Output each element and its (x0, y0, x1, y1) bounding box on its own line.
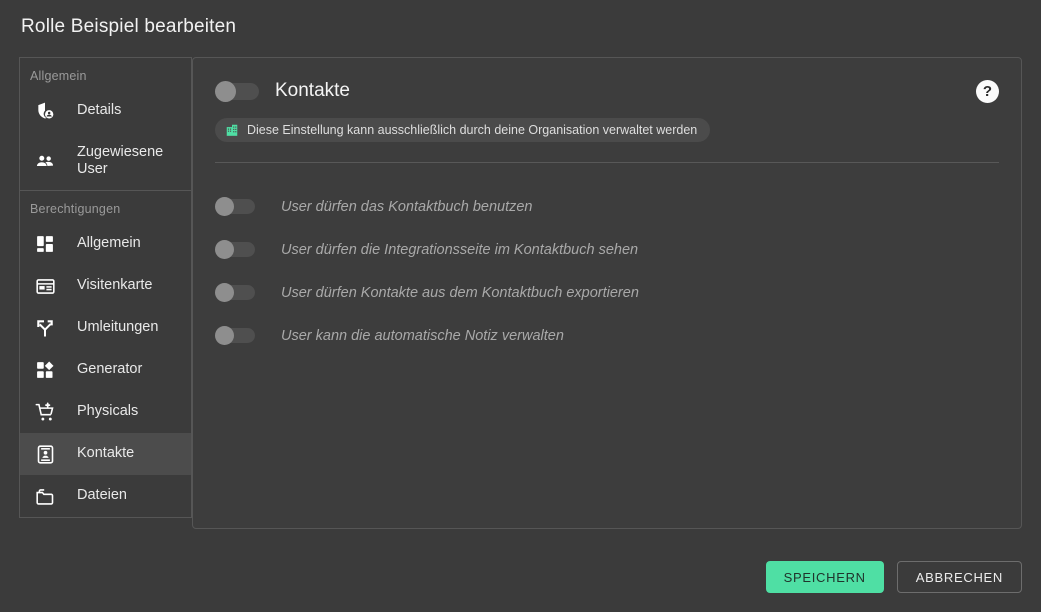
sidebar-item-details[interactable]: Details (20, 90, 191, 132)
sidebar-item-label: Kontakte (77, 445, 135, 462)
sidebar-heading-berechtigungen: Berechtigungen (30, 202, 121, 216)
cancel-button[interactable]: ABBRECHEN (896, 561, 1022, 593)
id-card-icon (30, 276, 60, 297)
folder-icon (30, 486, 60, 507)
kontakte-master-toggle[interactable] (215, 80, 259, 102)
content-divider (215, 162, 999, 163)
sidebar-item-label: Allgemein (77, 235, 141, 252)
permission-list: User dürfen das Kontaktbuch benutzen Use… (215, 185, 999, 357)
page-title: Rolle Beispiel bearbeiten (21, 16, 237, 37)
toggle-knob (215, 283, 234, 302)
sidebar-group-allgemein: Allgemein Details Zugewiesene User (19, 57, 192, 190)
toggle-knob (215, 197, 234, 216)
sidebar-group-berechtigungen: Berechtigungen Allgemein Visitenkarte Um… (19, 190, 192, 518)
sidebar-item-label: Physicals (77, 403, 139, 420)
permission-label: User kann die automatische Notiz verwalt… (281, 327, 564, 344)
sidebar-heading-allgemein: Allgemein (30, 69, 87, 83)
sidebar-item-zugewiesene-user[interactable]: Zugewiesene User (20, 132, 191, 190)
permission-toggle-kontaktbuch-benutzen[interactable] (215, 197, 255, 216)
shapes-grid-icon (30, 360, 60, 380)
sidebar-item-label: Zugewiesene User (77, 143, 164, 177)
permission-toggle-integrationsseite-sehen[interactable] (215, 240, 255, 259)
sidebar-item-physicals[interactable]: Physicals (20, 391, 191, 433)
shield-user-icon (30, 101, 60, 121)
dialog-footer: SPEICHERN ABBRECHEN (765, 561, 1022, 593)
permission-row: User dürfen die Integrationsseite im Kon… (215, 228, 999, 271)
sidebar-item-label: Visitenkarte (77, 277, 153, 294)
permission-label: User dürfen die Integrationsseite im Kon… (281, 241, 639, 258)
contact-card-icon (30, 444, 60, 465)
content-panel: ? Kontakte Diese Einstellung kann aussch… (192, 57, 1022, 529)
permission-label: User dürfen Kontakte aus dem Kontaktbuch… (281, 284, 639, 301)
sidebar-item-visitenkarte[interactable]: Visitenkarte (20, 265, 191, 307)
sidebar-item-generator[interactable]: Generator (20, 349, 191, 391)
sidebar-item-label: Generator (77, 361, 143, 378)
people-icon (30, 150, 60, 172)
toggle-knob (215, 326, 234, 345)
permission-row: User dürfen Kontakte aus dem Kontaktbuch… (215, 271, 999, 314)
permission-row: User dürfen das Kontaktbuch benutzen (215, 185, 999, 228)
dashboard-grid-icon (30, 234, 60, 254)
permission-row: User kann die automatische Notiz verwalt… (215, 314, 999, 357)
toggle-knob (215, 240, 234, 259)
sidebar: Allgemein Details Zugewiesene User Berec… (19, 57, 192, 529)
sidebar-item-label: Dateien (77, 487, 127, 504)
content-header: Kontakte (215, 80, 999, 102)
role-edit-dialog: Rolle Beispiel bearbeiten Allgemein Deta… (0, 0, 1041, 612)
permission-label: User dürfen das Kontaktbuch benutzen (281, 198, 533, 215)
permission-toggle-kontakte-exportieren[interactable] (215, 283, 255, 302)
permission-toggle-automatische-notiz[interactable] (215, 326, 255, 345)
content-title: Kontakte (275, 80, 350, 101)
organization-managed-banner: Diese Einstellung kann ausschließlich du… (215, 118, 711, 142)
dialog-body: Allgemein Details Zugewiesene User Berec… (19, 57, 1022, 529)
sidebar-item-label: Umleitungen (77, 319, 159, 336)
sidebar-item-allgemein[interactable]: Allgemein (20, 223, 191, 265)
branch-arrow-icon (30, 318, 60, 338)
sidebar-item-kontakte[interactable]: Kontakte (20, 433, 191, 475)
save-button[interactable]: SPEICHERN (765, 561, 884, 593)
organization-banner-text: Diese Einstellung kann ausschließlich du… (247, 123, 698, 137)
organization-building-icon (225, 123, 239, 137)
cart-plus-icon (30, 401, 60, 423)
question-mark-icon[interactable]: ? (976, 80, 999, 103)
toggle-knob (215, 80, 236, 102)
sidebar-item-umleitungen[interactable]: Umleitungen (20, 307, 191, 349)
sidebar-item-dateien[interactable]: Dateien (20, 475, 191, 517)
sidebar-item-label: Details (77, 102, 122, 119)
